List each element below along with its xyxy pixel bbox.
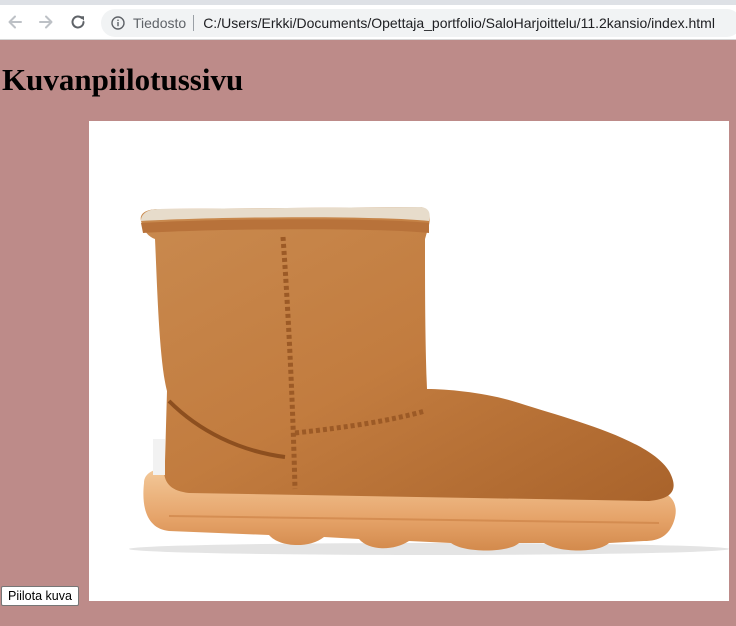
forward-arrow-icon [39,15,53,29]
scheme-label: Tiedosto [133,15,187,31]
forward-button[interactable] [35,11,57,33]
back-arrow-icon [8,15,22,29]
hide-image-button[interactable]: Piilota kuva [1,586,79,606]
browser-toolbar: Tiedosto C:/Users/Erkki/Documents/Opetta… [0,5,736,40]
page-body: Kuvanpiilotussivu Piilota kuva [0,40,736,626]
reload-icon [71,15,85,29]
page-title: Kuvanpiilotussivu [2,62,244,97]
url-text[interactable]: C:/Users/Erkki/Documents/Opettaja_portfo… [203,15,715,31]
address-divider [193,15,195,31]
info-icon[interactable] [111,16,125,30]
back-button[interactable] [4,11,26,33]
boot-image [89,121,729,601]
reload-button[interactable] [67,11,89,33]
address-bar[interactable]: Tiedosto C:/Users/Erkki/Documents/Opetta… [101,9,736,37]
